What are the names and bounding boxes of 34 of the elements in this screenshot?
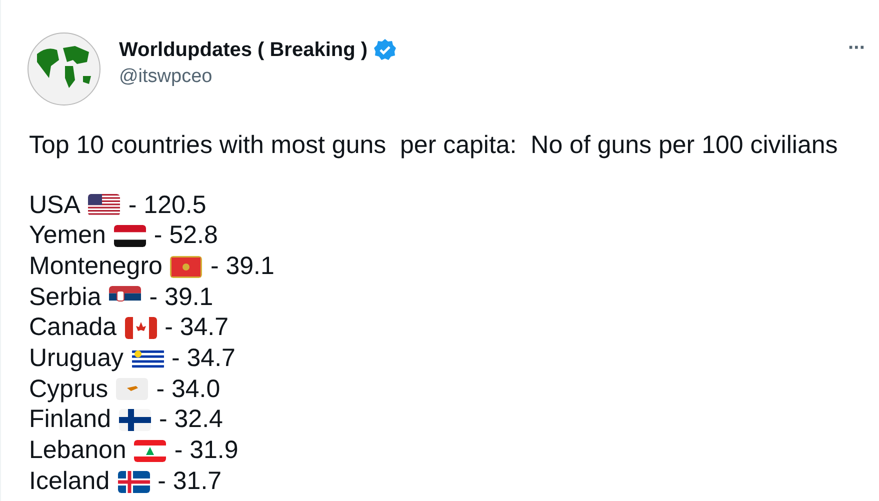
gun-count: - 52.8 — [154, 220, 218, 252]
flag-icon — [132, 348, 164, 370]
country-name: USA — [29, 190, 80, 221]
post-text: Top 10 countries with most guns per capita: No of guns per 100 civilians — [29, 130, 839, 160]
flag-icon — [114, 225, 146, 248]
flag-icon — [118, 470, 150, 493]
flag-icon — [88, 194, 120, 216]
author-handle[interactable]: @itswpceo — [119, 64, 397, 90]
flag-icon — [170, 256, 202, 278]
flag-icon — [134, 440, 166, 462]
flag-icon — [124, 317, 157, 340]
author-name[interactable]: Worldupdates ( Breaking ) — [119, 36, 368, 64]
country-name: Finland — [29, 404, 111, 436]
country-name: Serbia — [29, 282, 102, 313]
globe-avatar[interactable] — [27, 32, 101, 106]
gun-count: - 34.0 — [156, 374, 220, 405]
gun-count: - 39.1 — [149, 282, 214, 313]
flag-icon — [116, 378, 148, 400]
country-name: Yemen — [29, 220, 106, 252]
flag-icon — [119, 409, 151, 432]
gun-count: - 32.4 — [159, 404, 223, 436]
gun-count: - 34.7 — [172, 343, 236, 374]
country-name: Montenegro — [29, 250, 162, 282]
country-name: Iceland — [29, 466, 110, 497]
more-options-button[interactable]: ··· — [848, 38, 865, 58]
country-name: Canada — [29, 312, 117, 344]
country-name: Lebanon — [29, 435, 126, 466]
gun-count: - 31.9 — [174, 435, 238, 466]
gun-count: - 31.7 — [158, 466, 222, 497]
gun-count: - 34.7 — [164, 312, 229, 344]
country-name: Cyprus — [29, 374, 108, 405]
gun-count: - 120.5 — [128, 190, 206, 221]
country-name: Uruguay — [29, 343, 124, 374]
gun-count: - 39.1 — [210, 250, 274, 282]
